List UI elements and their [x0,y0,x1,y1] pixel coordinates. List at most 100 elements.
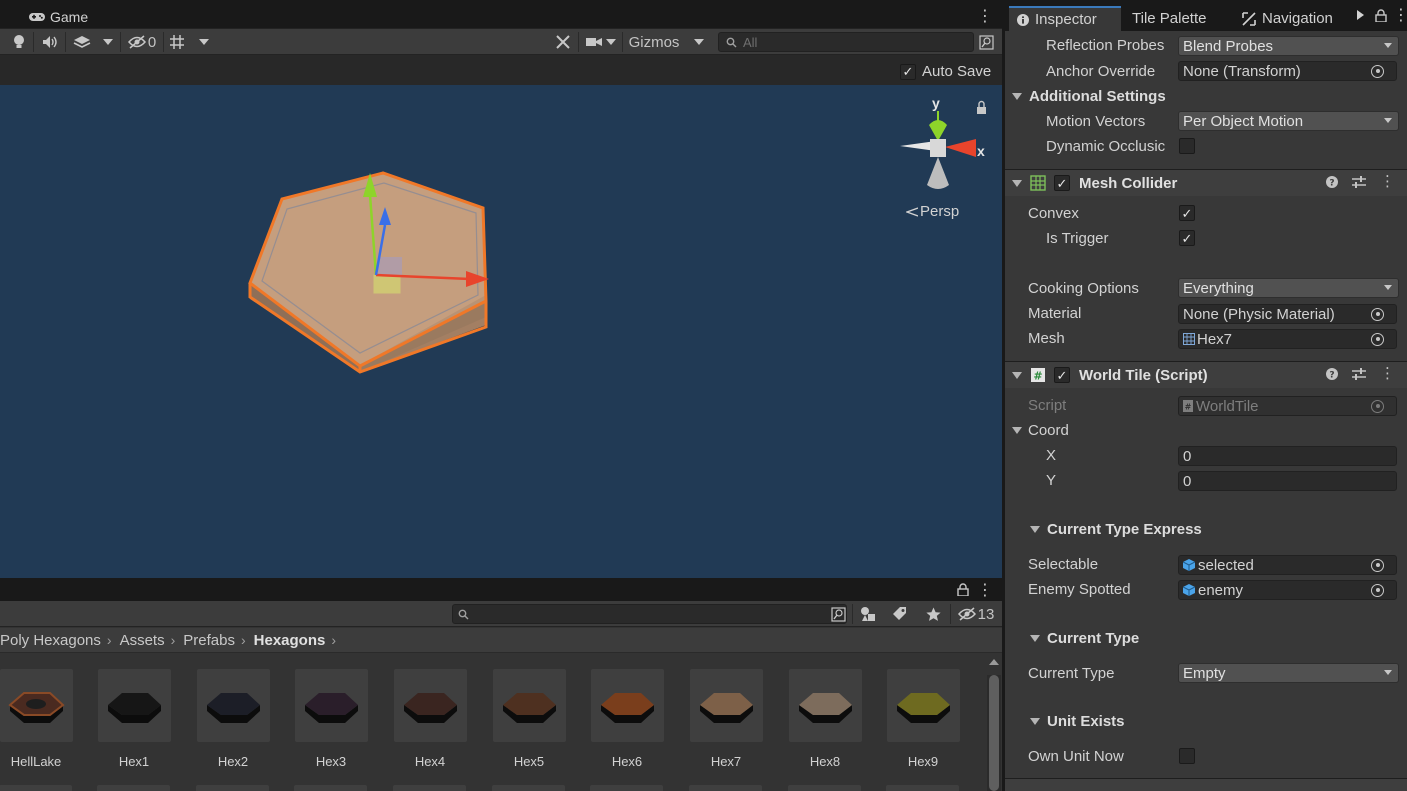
tab-navigation[interactable]: Navigation [1242,6,1333,31]
effects-toggle-button[interactable] [70,31,94,53]
camera-settings-button[interactable] [582,31,620,53]
asset-item[interactable]: Hex4 [390,669,470,769]
scene-search-input[interactable]: All [718,32,974,52]
audio-toggle-button[interactable] [38,31,62,53]
asset-item-next-row[interactable] [393,785,466,791]
asset-item-next-row[interactable] [590,785,663,791]
asset-item[interactable]: Hex9 [883,669,963,769]
mesh-collider-enabled-checkbox[interactable]: ✓ [1054,175,1070,191]
help-icon[interactable]: ? [1326,175,1338,191]
world-tile-header[interactable]: # ✓ World Tile (Script) ? ⋮ [1005,361,1407,388]
object-picker-icon[interactable] [1371,64,1384,78]
cooking-options-dropdown[interactable]: Everything [1178,278,1399,298]
hidden-packages-button[interactable]: 13 [955,603,997,625]
is-trigger-checkbox[interactable]: ✓ [1179,230,1195,246]
more-options-icon[interactable]: ⋮ [977,8,993,25]
more-options-icon[interactable]: ⋮ [1393,6,1407,24]
asset-item[interactable]: Hex2 [193,669,273,769]
more-options-icon[interactable]: ⋮ [1380,174,1395,191]
breadcrumb-item[interactable]: Assets [120,632,165,649]
foldout-arrow-icon[interactable] [1030,718,1040,725]
object-picker-icon[interactable] [1371,332,1384,346]
tab-inspector[interactable]: Inspector [1009,6,1121,31]
motion-vectors-dropdown[interactable]: Per Object Motion [1178,111,1399,131]
object-picker-icon[interactable] [1371,558,1384,572]
unit-exists-foldout[interactable]: Unit Exists [1005,709,1407,734]
project-scrollbar[interactable] [987,659,1001,791]
asset-item[interactable]: Hex6 [587,669,667,769]
tabs-overflow-icon[interactable] [1357,10,1364,20]
breadcrumb-item[interactable]: Prefabs [183,632,235,649]
favorites-button[interactable] [922,603,944,625]
scene-visibility-button[interactable]: 0 [124,31,160,53]
help-icon[interactable]: ? [1326,367,1338,383]
auto-save-checkbox[interactable]: ✓ [900,63,916,80]
gizmo-x-label[interactable]: x [977,143,985,159]
asset-item-next-row[interactable] [97,785,170,791]
current-type-dropdown[interactable]: Empty [1178,663,1399,683]
lock-icon[interactable] [1375,9,1387,22]
convex-checkbox[interactable]: ✓ [1179,205,1195,221]
asset-item-next-row[interactable] [788,785,861,791]
material-component-header[interactable] [1005,778,1407,791]
mesh-collider-header[interactable]: ✓ Mesh Collider ? ⋮ [1005,169,1407,196]
effects-dropdown[interactable] [98,31,118,53]
lock-icon[interactable] [957,583,969,596]
auto-save-toggle[interactable]: ✓ Auto Save [900,63,991,80]
lighting-toggle-button[interactable] [8,31,30,53]
asset-item[interactable]: HellLake [0,669,76,769]
foldout-arrow-icon[interactable] [1012,93,1022,100]
asset-item-next-row[interactable] [492,785,565,791]
gizmos-button[interactable]: Gizmos [624,31,684,53]
mesh-field[interactable]: Hex7 [1178,329,1397,349]
foldout-arrow-icon[interactable] [1012,180,1022,187]
current-type-express-foldout[interactable]: Current Type Express [1005,517,1407,542]
selectable-field[interactable]: selected [1178,555,1397,575]
asset-item[interactable]: Hex3 [291,669,371,769]
presets-icon[interactable] [1352,175,1366,191]
asset-item-next-row[interactable] [689,785,762,791]
tools-button[interactable] [551,31,575,53]
presets-icon[interactable] [1352,367,1366,383]
grid-toggle-button[interactable] [166,31,188,53]
coord-foldout[interactable]: Coord [1005,418,1407,443]
asset-item[interactable]: Hex1 [94,669,174,769]
filter-by-label-button[interactable] [888,603,910,625]
asset-item[interactable]: Hex8 [785,669,865,769]
dynamic-occlusion-checkbox[interactable] [1179,138,1195,154]
own-unit-now-checkbox[interactable] [1179,748,1195,764]
material-field[interactable]: None (Physic Material) [1178,304,1397,324]
asset-item[interactable]: Hex7 [686,669,766,769]
scroll-up-icon[interactable] [989,659,999,665]
scene-viewport[interactable]: y x Persp [0,85,1002,578]
coord-x-input[interactable]: 0 [1178,446,1397,466]
project-search-input[interactable] [452,604,847,624]
more-options-icon[interactable]: ⋮ [1380,366,1395,383]
enemy-spotted-field[interactable]: enemy [1178,580,1397,600]
asset-item-next-row[interactable] [0,785,72,791]
foldout-arrow-icon[interactable] [1012,372,1022,379]
current-type-foldout[interactable]: Current Type [1005,626,1407,651]
filter-by-type-button[interactable] [857,603,879,625]
world-tile-enabled-checkbox[interactable]: ✓ [1054,367,1070,383]
additional-settings-foldout[interactable]: Additional Settings [1005,84,1407,109]
asset-item-next-row[interactable] [886,785,959,791]
more-options-icon[interactable]: ⋮ [977,581,993,599]
foldout-arrow-icon[interactable] [1030,526,1040,533]
grid-dropdown[interactable] [194,31,214,53]
tab-game[interactable]: Game [28,5,88,29]
coord-y-input[interactable]: 0 [1178,471,1397,491]
breadcrumb-item-current[interactable]: Hexagons [254,632,326,649]
scrollbar-thumb[interactable] [989,675,999,791]
asset-item[interactable]: Hex5 [489,669,569,769]
search-options-button[interactable] [976,31,996,53]
search-options-button[interactable] [828,603,848,625]
asset-item-next-row[interactable] [294,785,367,791]
object-picker-icon[interactable] [1371,583,1384,597]
reflection-probes-dropdown[interactable]: Blend Probes [1178,36,1399,56]
perspective-toggle[interactable]: Persp [906,203,959,220]
tab-tile-palette[interactable]: Tile Palette [1132,6,1206,31]
breadcrumb-item[interactable]: Poly Hexagons [0,632,101,649]
asset-item-next-row[interactable] [196,785,269,791]
foldout-arrow-icon[interactable] [1012,427,1022,434]
